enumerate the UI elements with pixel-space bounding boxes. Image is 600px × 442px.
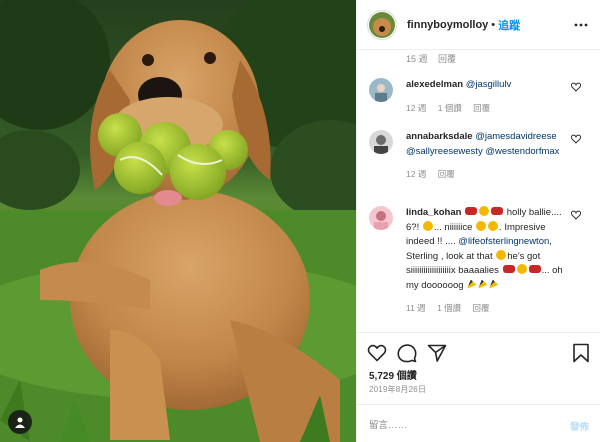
party-popper-emoji-icon (478, 279, 488, 289)
post-side-panel: finnyboymolloy • 追蹤 15 週 回覆 alexedelman … (356, 0, 600, 442)
comment-meta: 12 週 1 個讚 回覆 (406, 102, 595, 114)
comment-username[interactable]: annabarksdale (406, 131, 473, 142)
caption-time: 15 週 (406, 54, 428, 64)
comment-reply-button[interactable]: 回覆 (473, 303, 490, 313)
comment-avatar[interactable] (369, 78, 393, 102)
comment-mention[interactable]: @sallyreesewesty (406, 146, 483, 157)
comment-like-heart-icon[interactable] (571, 82, 581, 92)
comment-likes[interactable]: 1 個讚 (437, 303, 461, 313)
comment-meta: 12 週 回覆 (406, 168, 595, 180)
shocked-emoji-icon (496, 249, 507, 260)
grin-emoji-icon (479, 206, 490, 216)
post-header: finnyboymolloy • 追蹤 (357, 0, 600, 50)
header-separator: • (491, 18, 496, 31)
share-icon[interactable] (427, 343, 447, 363)
comment-meta: 11 週 1 個讚 回覆 (406, 302, 595, 314)
post-username[interactable]: finnyboymolloy (407, 19, 488, 31)
post-action-bar (357, 332, 600, 372)
smile-emoji-icon (476, 220, 487, 231)
post-likes-count[interactable]: 5,729 個讚 (369, 367, 417, 382)
tagged-user-icon[interactable] (8, 410, 32, 434)
party-popper-emoji-icon (467, 279, 477, 289)
comment-time: 12 週 (406, 102, 427, 113)
comment-text: annabarksdale @jamesdavidreese @sallyree… (406, 130, 566, 159)
bookmark-icon[interactable] (571, 343, 591, 363)
shocked-emoji-icon (422, 220, 433, 231)
comment-mention[interactable]: @westendorfmax (485, 146, 559, 157)
comment-mention[interactable]: @lifeofsterlingnewton (458, 236, 549, 247)
post-date: 2019年8月26日 (369, 385, 427, 394)
comment-item: linda_kohan holly ballie.... 6?! ... nii… (369, 206, 595, 314)
comment-reply-button[interactable]: 回覆 (438, 169, 455, 179)
comment-text: linda_kohan holly ballie.... 6?! ... nii… (406, 206, 566, 293)
profile-avatar[interactable] (367, 9, 397, 40)
comment-username[interactable]: linda_kohan (406, 207, 461, 218)
party-popper-emoji-icon (489, 279, 499, 289)
comment-like-heart-icon[interactable] (571, 134, 581, 144)
bow-emoji-icon (491, 207, 504, 215)
comment-mention[interactable]: @jasgillulv (466, 79, 512, 90)
post-comment-button[interactable]: 發佈 (570, 419, 589, 433)
comment-time: 12 週 (406, 169, 427, 179)
dog-with-tennis-balls-image (0, 0, 356, 442)
comment-avatar[interactable] (369, 206, 393, 230)
bow-emoji-icon (502, 265, 515, 273)
add-comment-bar: 發佈 (357, 404, 600, 442)
comment-item: alexedelman @jasgillulv 12 週 1 個讚 回覆 (369, 78, 595, 114)
follow-button[interactable]: 追蹤 (498, 17, 520, 33)
comment-likes[interactable]: 1 個讚 (438, 103, 462, 113)
heart-icon[interactable] (367, 343, 387, 363)
comment-input[interactable] (369, 417, 549, 433)
more-horizontal-icon[interactable] (573, 17, 589, 33)
ok-hand-emoji-icon (488, 220, 499, 231)
shocked-emoji-icon (516, 264, 527, 274)
caption-meta: 15 週 回覆 (406, 52, 464, 65)
comment-icon[interactable] (397, 343, 417, 363)
caption-reply-button[interactable]: 回覆 (438, 54, 456, 64)
comment-like-heart-icon[interactable] (571, 210, 581, 220)
comment-text-part: ... niiiiiice (433, 221, 473, 233)
post-photo[interactable] (0, 0, 356, 442)
comment-time: 11 週 (406, 303, 426, 313)
bow-emoji-icon (465, 207, 478, 215)
comment-text: alexedelman @jasgillulv (406, 78, 566, 93)
comment-reply-button[interactable]: 回覆 (473, 103, 490, 113)
bow-emoji-icon (528, 265, 541, 273)
comment-item: annabarksdale @jamesdavidreese @sallyree… (369, 130, 595, 180)
comment-avatar[interactable] (369, 130, 393, 154)
comment-mention[interactable]: @jamesdavidreese (475, 131, 556, 142)
comment-username[interactable]: alexedelman (406, 79, 463, 90)
